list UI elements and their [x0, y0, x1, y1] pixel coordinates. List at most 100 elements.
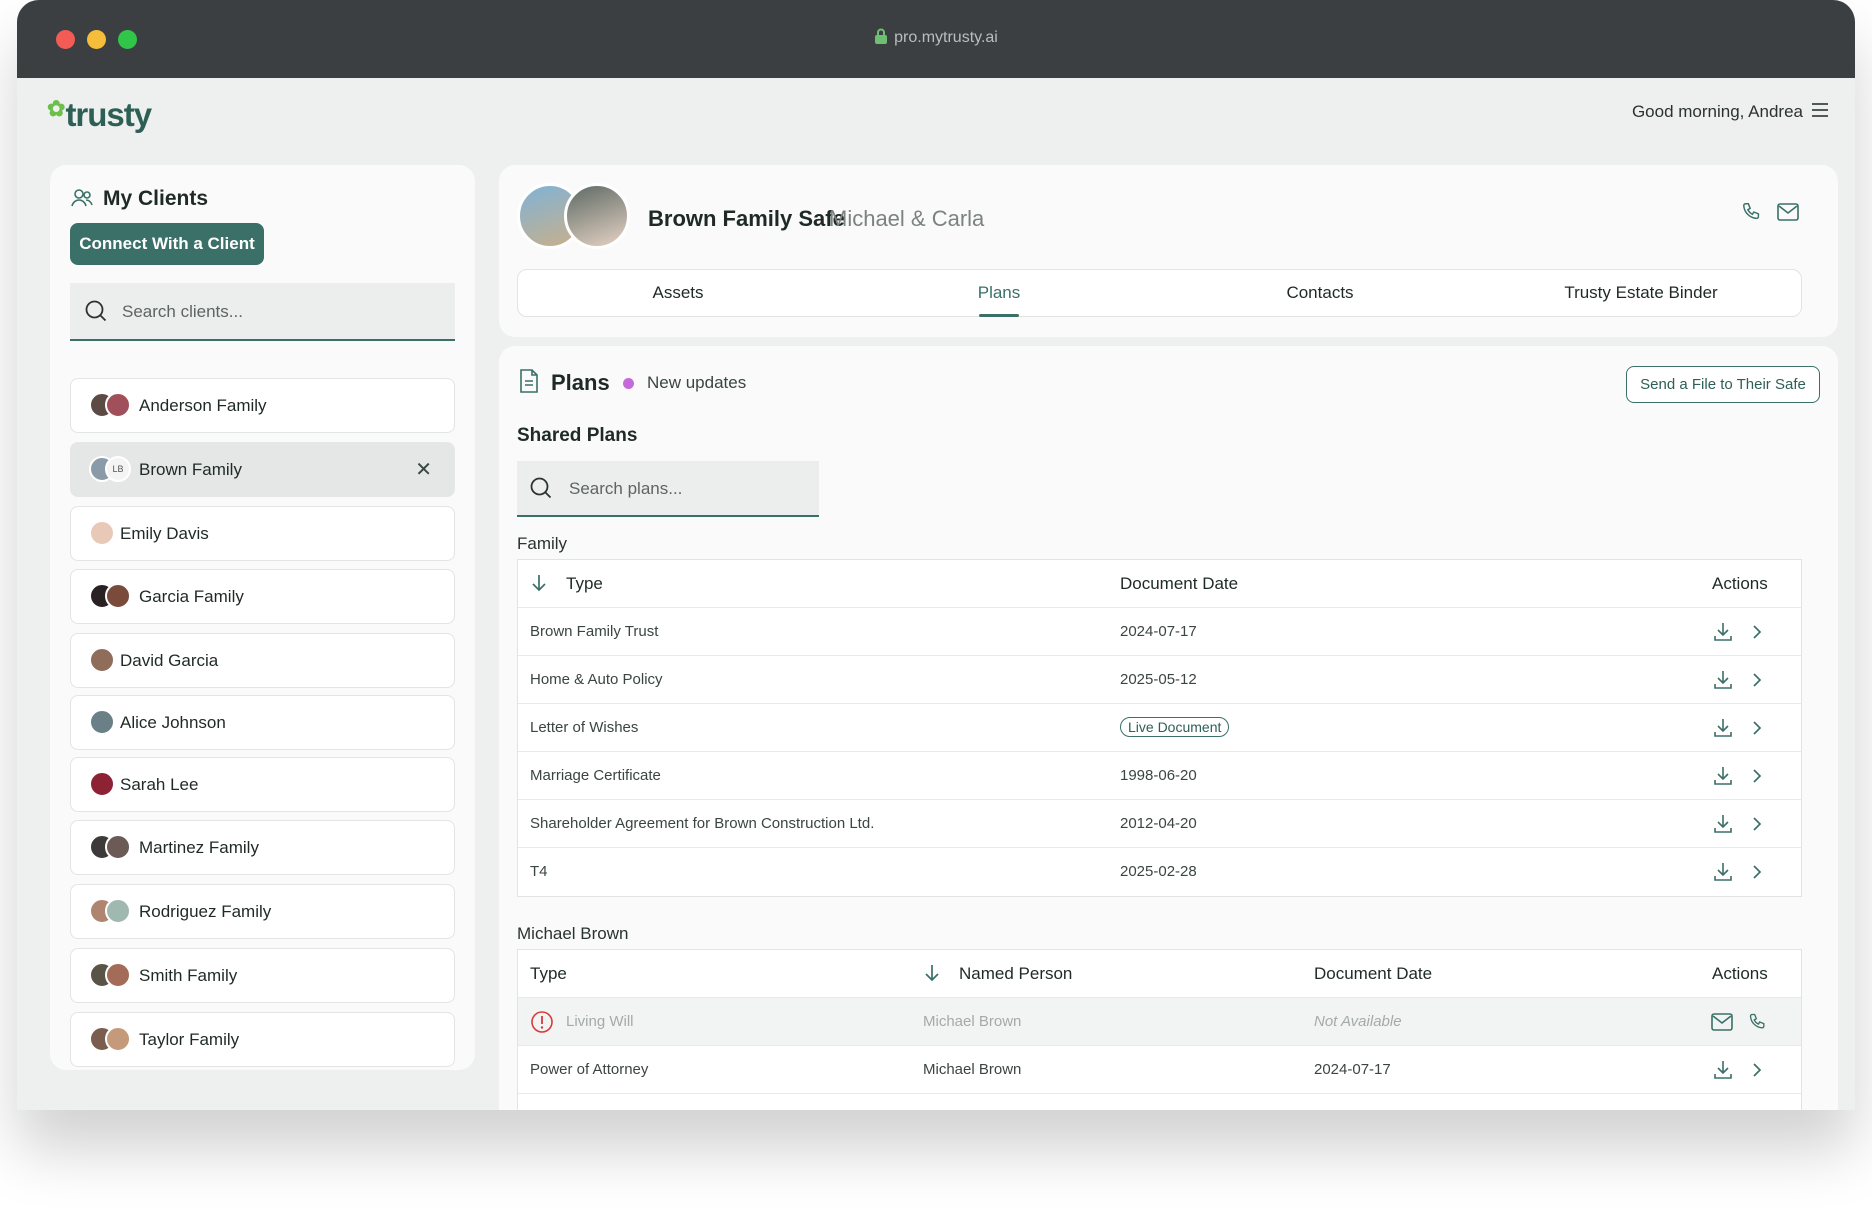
client-name: Smith Family: [139, 966, 238, 985]
clients-sidebar: My Clients Connect With a Client Search …: [50, 165, 475, 1070]
header-type[interactable]: Type: [566, 574, 603, 594]
client-header-card: Brown Family Safe Michael & Carla Assets…: [499, 165, 1838, 337]
close-icon[interactable]: ✕: [415, 457, 432, 482]
sort-down-icon[interactable]: [530, 573, 548, 598]
hamburger-menu-icon[interactable]: [1811, 102, 1829, 123]
phone-icon[interactable]: [1741, 201, 1763, 228]
sort-down-icon[interactable]: [923, 963, 941, 988]
client-item-rodriguez-family[interactable]: Rodriguez Family: [70, 884, 455, 939]
client-item-martinez-family[interactable]: Martinez Family: [70, 820, 455, 875]
client-search-input[interactable]: Search clients...: [70, 283, 455, 341]
table-row[interactable]: Home & Auto Policy 2025-05-12: [518, 656, 1801, 704]
client-name: Taylor Family: [139, 1030, 240, 1049]
mail-icon[interactable]: [1710, 1011, 1734, 1038]
tab-trusty-estate-binder[interactable]: Trusty Estate Binder: [1481, 283, 1801, 303]
download-icon[interactable]: [1712, 861, 1734, 888]
client-name: Rodriguez Family: [139, 902, 272, 921]
mail-icon[interactable]: [1776, 201, 1800, 228]
lock-icon: [874, 28, 888, 49]
my-clients-title: My Clients: [103, 187, 209, 210]
search-icon: [84, 299, 108, 328]
active-tab-indicator: [979, 314, 1019, 317]
client-item-smith-family[interactable]: Smith Family: [70, 948, 455, 1003]
plans-search-input[interactable]: Search plans...: [517, 461, 819, 517]
row-type: Shareholder Agreement for Brown Construc…: [530, 815, 875, 832]
client-item-anderson-family[interactable]: Anderson Family: [70, 378, 455, 433]
row-person: Michael Brown: [923, 1013, 1022, 1030]
plans-card: Plans New updates Send a File to Their S…: [499, 346, 1838, 1110]
family-group-label: Family: [517, 534, 568, 553]
url-text: pro.mytrusty.ai: [894, 29, 998, 46]
row-date: 2012-04-20: [1120, 815, 1197, 832]
download-icon[interactable]: [1712, 1059, 1734, 1086]
client-item-taylor-family[interactable]: Taylor Family: [70, 1012, 455, 1067]
avatar: [105, 583, 131, 609]
avatar: [89, 647, 115, 673]
row-date: 2024-07-17: [1314, 1061, 1391, 1078]
new-updates-dot: [623, 378, 634, 389]
client-name: Emily Davis: [120, 524, 209, 543]
plans-search-placeholder: Search plans...: [569, 479, 683, 498]
search-icon: [529, 476, 553, 505]
client-item-david-garcia[interactable]: David Garcia: [70, 633, 455, 688]
client-name: Martinez Family: [139, 838, 259, 857]
client-item-garcia-family[interactable]: Garcia Family: [70, 569, 455, 624]
warning-icon: [530, 1010, 554, 1039]
avatar: [105, 392, 131, 418]
avatar: [105, 1026, 131, 1052]
row-type: Home & Auto Policy: [530, 671, 663, 688]
header-actions: Actions: [1712, 574, 1768, 593]
client-name: David Garcia: [120, 651, 219, 670]
download-icon[interactable]: [1712, 765, 1734, 792]
tab-plans[interactable]: Plans: [839, 283, 1159, 303]
michael-plans-table: Type Named Person Document Date Actions …: [517, 949, 1802, 1110]
table-row[interactable]: Letter of Wishes Live Document: [518, 704, 1801, 752]
live-document-badge: Live Document: [1120, 717, 1230, 737]
header-document-date[interactable]: Document Date: [1120, 574, 1238, 594]
client-item-emily-davis[interactable]: Emily Davis: [70, 506, 455, 561]
header-document-date[interactable]: Document Date: [1314, 964, 1432, 984]
table-row[interactable]: Power of Attorney Michael Brown 2024-07-…: [518, 1046, 1801, 1094]
address-bar[interactable]: pro.mytrusty.ai: [17, 28, 1855, 49]
row-type: Living Will: [566, 1013, 634, 1030]
tab-assets[interactable]: Assets: [518, 283, 838, 303]
chevron-right-icon[interactable]: [1750, 813, 1764, 840]
phone-icon[interactable]: [1748, 1011, 1768, 1038]
tab-contacts[interactable]: Contacts: [1160, 283, 1480, 303]
table-row[interactable]: Shareholder Agreement for Brown Construc…: [518, 800, 1801, 848]
chevron-right-icon[interactable]: [1750, 861, 1764, 888]
chevron-right-icon[interactable]: [1750, 669, 1764, 696]
table-row[interactable]: Marriage Certificate 1998-06-20: [518, 752, 1801, 800]
avatar: [105, 962, 131, 988]
trusty-logo[interactable]: ✿trusty: [47, 96, 152, 134]
header-type[interactable]: Type: [530, 964, 567, 984]
michael-group-label: Michael Brown: [517, 924, 629, 943]
table-row-partial[interactable]: [518, 1094, 1801, 1110]
client-item-sarah-lee[interactable]: Sarah Lee: [70, 757, 455, 812]
client-name: Brown Family: [139, 460, 242, 479]
connect-client-button[interactable]: Connect With a Client: [70, 223, 264, 265]
download-icon[interactable]: [1712, 621, 1734, 648]
greeting-text: Good morning, Andrea: [1631, 102, 1803, 121]
client-item-brown-family[interactable]: LB Brown Family ✕: [70, 442, 455, 497]
chevron-right-icon[interactable]: [1750, 1059, 1764, 1086]
download-icon[interactable]: [1712, 813, 1734, 840]
chevron-right-icon[interactable]: [1750, 621, 1764, 648]
table-header: Type Document Date Actions: [518, 560, 1801, 608]
row-person: Michael Brown: [923, 1061, 1022, 1078]
table-row[interactable]: Living Will Michael Brown Not Available: [518, 998, 1801, 1046]
header-named-person[interactable]: Named Person: [959, 964, 1072, 984]
chevron-right-icon[interactable]: [1750, 765, 1764, 792]
send-file-button[interactable]: Send a File to Their Safe: [1626, 366, 1820, 403]
download-icon[interactable]: [1712, 669, 1734, 696]
avatar: [105, 898, 131, 924]
app-content: ✿trusty Good morning, Andrea My Clients …: [17, 78, 1855, 1110]
browser-window: pro.mytrusty.ai ✿trusty Good morning, An…: [17, 0, 1855, 1110]
download-icon[interactable]: [1712, 717, 1734, 744]
table-row[interactable]: T4 2025-02-28: [518, 848, 1801, 896]
table-row[interactable]: Brown Family Trust 2024-07-17: [518, 608, 1801, 656]
new-updates-label: New updates: [647, 373, 747, 392]
avatar: [89, 520, 115, 546]
chevron-right-icon[interactable]: [1750, 717, 1764, 744]
client-item-alice-johnson[interactable]: Alice Johnson: [70, 695, 455, 750]
